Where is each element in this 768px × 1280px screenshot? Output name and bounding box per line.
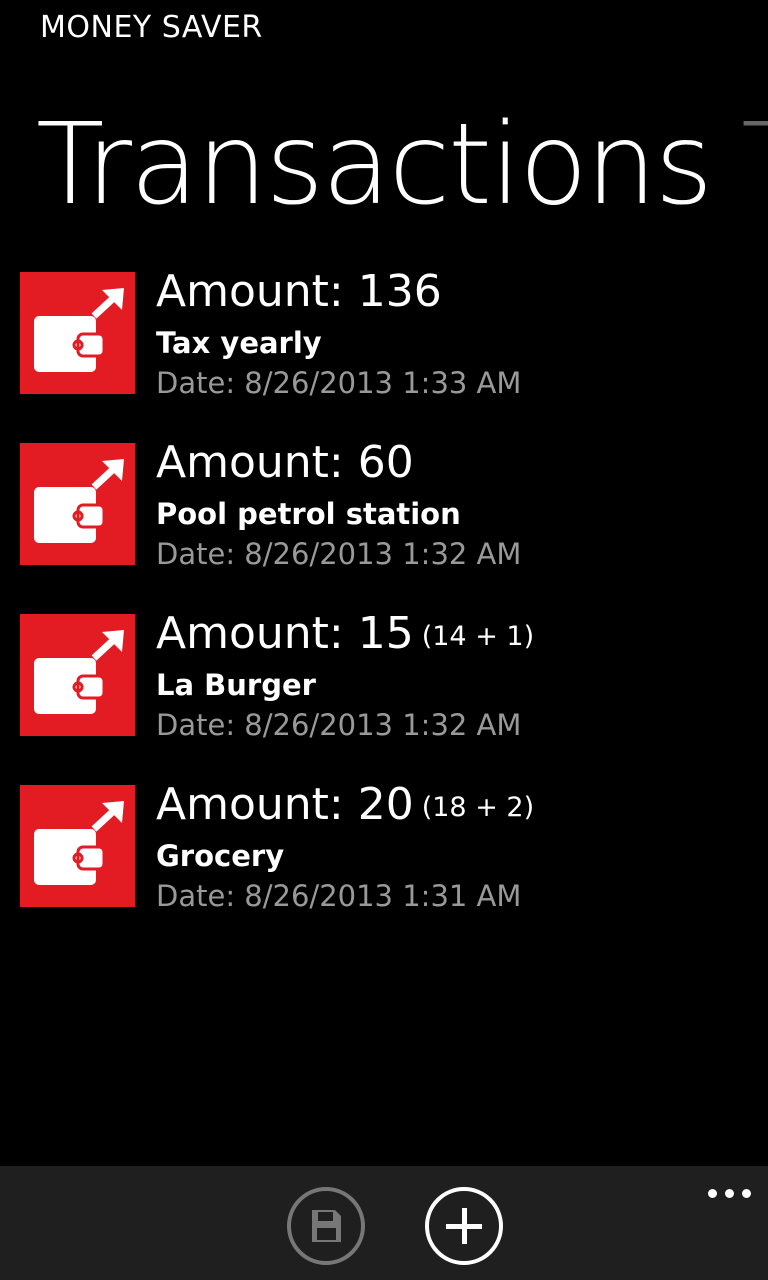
app-bar	[0, 1166, 768, 1280]
wallet-out-icon	[20, 614, 135, 736]
transaction-date: Date: 8/26/2013 1:31 AM	[156, 879, 522, 913]
transaction-item[interactable]: Amount: 15 (14 + 1) La Burger Date: 8/26/…	[20, 610, 768, 781]
save-icon	[312, 1210, 341, 1242]
add-icon	[446, 1208, 482, 1244]
pivot-tab-transactions[interactable]: Transactions	[36, 100, 713, 230]
transaction-date: Date: 8/26/2013 1:32 AM	[156, 708, 522, 742]
transaction-amount: Amount: 20 (18 + 2)	[156, 781, 756, 832]
transaction-name: La Burger	[156, 668, 316, 702]
transaction-details: Amount: 136 Tax yearly Date: 8/26/2013 1…	[156, 268, 756, 403]
amount-value: Amount: 136	[156, 266, 442, 317]
transaction-list: Amount: 136 Tax yearly Date: 8/26/2013 1…	[20, 268, 768, 952]
transaction-name: Pool petrol station	[156, 497, 461, 531]
transaction-amount: Amount: 60	[156, 439, 756, 490]
amount-split: (18 + 2)	[421, 792, 535, 823]
transaction-details: Amount: 15 (14 + 1) La Burger Date: 8/26/…	[156, 610, 756, 745]
pivot-tab-next[interactable]: Tr	[741, 100, 768, 230]
transaction-details: Amount: 60 Pool petrol station Date: 8/2…	[156, 439, 756, 574]
transaction-name: Grocery	[156, 839, 285, 873]
amount-value: Amount: 60	[156, 437, 414, 488]
add-button[interactable]	[425, 1187, 503, 1265]
transaction-name: Tax yearly	[156, 326, 322, 360]
save-button[interactable]	[287, 1187, 365, 1265]
screen: MONEY SAVER TransactionsTr Amount: 136 T…	[0, 0, 768, 1280]
transaction-amount: Amount: 136	[156, 268, 756, 319]
amount-value: Amount: 15	[156, 608, 414, 659]
transaction-details: Amount: 20 (18 + 2) Grocery Date: 8/26/20…	[156, 781, 756, 916]
wallet-out-icon	[20, 443, 135, 565]
amount-split: (14 + 1)	[421, 621, 535, 652]
transaction-amount: Amount: 15 (14 + 1)	[156, 610, 756, 661]
wallet-out-icon	[20, 272, 135, 394]
wallet-out-icon	[20, 785, 135, 907]
transaction-date: Date: 8/26/2013 1:32 AM	[156, 537, 522, 571]
transaction-item[interactable]: Amount: 60 Pool petrol station Date: 8/2…	[20, 439, 768, 610]
transaction-item[interactable]: Amount: 136 Tax yearly Date: 8/26/2013 1…	[20, 268, 768, 439]
ellipsis-icon[interactable]	[700, 1176, 760, 1206]
app-title: MONEY SAVER	[40, 10, 263, 45]
amount-value: Amount: 20	[156, 779, 414, 830]
transaction-date: Date: 8/26/2013 1:33 AM	[156, 366, 522, 400]
transaction-item[interactable]: Amount: 20 (18 + 2) Grocery Date: 8/26/20…	[20, 781, 768, 952]
pivot-header: TransactionsTr	[36, 100, 768, 230]
